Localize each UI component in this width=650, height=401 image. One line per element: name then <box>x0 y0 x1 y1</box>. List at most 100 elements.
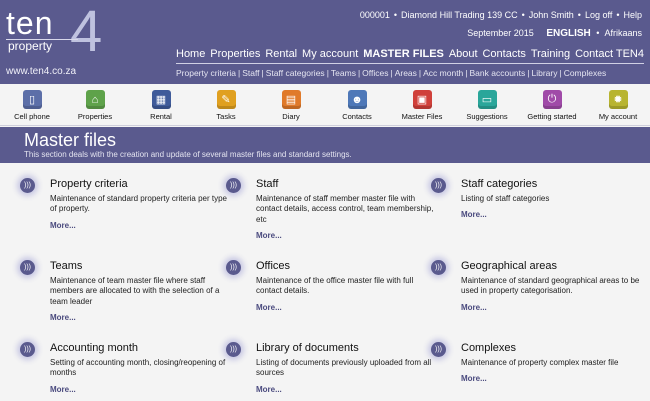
logoff-link[interactable]: Log off <box>585 10 612 20</box>
toolbar-rental[interactable]: ▦ Rental <box>131 90 191 121</box>
item-description: Maintenance of standard property criteri… <box>50 194 227 214</box>
nav-contacts[interactable]: Contacts <box>482 48 525 60</box>
person-icon: ☻ <box>347 90 367 109</box>
item-staff: ))) Staff Maintenance of staff member ma… <box>226 178 436 240</box>
rss-icon: ))) <box>226 260 241 275</box>
logo-digit: 4 <box>70 0 103 64</box>
toolbar-contacts[interactable]: ☻ Contacts <box>327 90 387 121</box>
item-description: Listing of documents previously uploaded… <box>256 358 432 378</box>
more-link[interactable]: More... <box>50 313 230 322</box>
subnav-areas[interactable]: Areas <box>395 68 417 78</box>
calendar-icon: ▤ <box>281 90 301 109</box>
nav-master-files[interactable]: MASTER FILES <box>363 48 444 60</box>
separator: | <box>261 68 264 78</box>
item-title[interactable]: Property criteria <box>50 178 230 190</box>
more-link[interactable]: More... <box>256 231 436 240</box>
separator: • <box>577 10 581 20</box>
language-english[interactable]: ENGLISH <box>546 28 590 39</box>
nav-contact-ten4[interactable]: Contact TEN4 <box>575 48 644 60</box>
nav-home[interactable]: Home <box>176 48 205 60</box>
toolbar-cell-phone[interactable]: ▯ Cell phone <box>2 90 62 121</box>
gear-icon: ✹ <box>608 90 628 109</box>
toolbar-getting-started[interactable]: ⏻ Getting started <box>522 90 582 121</box>
master-files-grid: ))) Property criteria Maintenance of sta… <box>0 163 650 401</box>
user-name[interactable]: John Smith <box>529 10 574 20</box>
item-complexes: ))) Complexes Maintenance of property co… <box>431 342 641 383</box>
subnav-staff-categories[interactable]: Staff categories <box>266 68 325 78</box>
toolbar-tasks[interactable]: ✎ Tasks <box>196 90 256 121</box>
subnav-complexes[interactable]: Complexes <box>564 68 607 78</box>
item-description: Maintenance of staff member master file … <box>256 194 434 224</box>
item-title[interactable]: Staff categories <box>461 178 641 190</box>
subnav-bank-accounts[interactable]: Bank accounts <box>470 68 526 78</box>
item-title[interactable]: Teams <box>50 260 230 272</box>
subnav-property-criteria[interactable]: Property criteria <box>176 68 236 78</box>
more-link[interactable]: More... <box>461 303 641 312</box>
toolbar-label: Cell phone <box>14 112 50 121</box>
rss-icon: ))) <box>20 178 35 193</box>
nav-training[interactable]: Training <box>531 48 570 60</box>
toolbar-my-account[interactable]: ✹ My account <box>588 90 648 121</box>
item-title[interactable]: Accounting month <box>50 342 230 354</box>
separator: • <box>616 10 620 20</box>
more-link[interactable]: More... <box>461 210 641 219</box>
speech-icon: ▭ <box>477 90 497 109</box>
toolbar-diary[interactable]: ▤ Diary <box>261 90 321 121</box>
separator: | <box>357 68 361 78</box>
main-nav: Home Properties Rental My account MASTER… <box>176 48 644 64</box>
subnav-library[interactable]: Library <box>531 68 557 78</box>
separator: • <box>393 10 398 20</box>
more-link[interactable]: More... <box>256 385 436 394</box>
item-title[interactable]: Library of documents <box>256 342 436 354</box>
separator: | <box>390 68 393 78</box>
logo-subtext: property <box>8 39 53 53</box>
item-description: Listing of staff categories <box>461 194 550 203</box>
item-title[interactable]: Geographical areas <box>461 260 641 272</box>
rss-icon: ))) <box>431 342 446 357</box>
nav-my-account[interactable]: My account <box>302 48 358 60</box>
toolbar-master-files[interactable]: ▣ Master Files <box>392 90 452 121</box>
user-bar: 000001 • Diamond Hill Trading 139 CC • J… <box>360 10 642 20</box>
toolbar-label: Rental <box>150 112 172 121</box>
rss-icon: ))) <box>431 260 446 275</box>
toolbar-label: Master Files <box>401 112 443 121</box>
quick-toolbar: ▯ Cell phone ⌂ Properties ▦ Rental ✎ Tas… <box>0 84 650 126</box>
more-link[interactable]: More... <box>50 385 230 394</box>
separator: | <box>238 68 241 78</box>
separator: | <box>418 68 422 78</box>
nav-properties[interactable]: Properties <box>210 48 260 60</box>
more-link[interactable]: More... <box>50 221 230 230</box>
subnav-teams[interactable]: Teams <box>331 68 356 78</box>
subnav-acc-month[interactable]: Acc month <box>423 68 463 78</box>
item-accounting-month: ))) Accounting month Setting of accounti… <box>20 342 230 394</box>
more-link[interactable]: More... <box>256 303 436 312</box>
rss-icon: ))) <box>226 342 241 357</box>
more-link[interactable]: More... <box>461 374 641 383</box>
subnav-staff[interactable]: Staff <box>242 68 259 78</box>
item-staff-categories: ))) Staff categories Listing of staff ca… <box>431 178 641 219</box>
toolbar-label: Properties <box>77 112 113 121</box>
toolbar-label: Tasks <box>216 112 236 121</box>
ten4-logo[interactable]: ten 4 property <box>6 3 106 61</box>
page-title: Master files <box>24 130 117 150</box>
toolbar-suggestions[interactable]: ▭ Suggestions <box>457 90 517 121</box>
client-code: 000001 <box>359 10 390 20</box>
nav-about[interactable]: About <box>449 48 478 60</box>
page-subtitle: This section deals with the creation and… <box>24 150 352 159</box>
item-title[interactable]: Offices <box>256 260 436 272</box>
subnav-offices[interactable]: Offices <box>362 68 388 78</box>
rss-icon: ))) <box>20 260 35 275</box>
nav-rental[interactable]: Rental <box>265 48 297 60</box>
help-link[interactable]: Help <box>623 10 642 20</box>
toolbar-properties[interactable]: ⌂ Properties <box>65 90 125 121</box>
toolbar-label: My account <box>598 112 638 121</box>
house-icon: ⌂ <box>85 90 105 109</box>
item-title[interactable]: Staff <box>256 178 436 190</box>
item-description: Maintenance of team master file where st… <box>50 276 220 306</box>
folder-icon: ▣ <box>412 90 432 109</box>
item-title[interactable]: Complexes <box>461 342 641 354</box>
language-afrikaans[interactable]: Afrikaans <box>604 28 642 38</box>
item-offices: ))) Offices Maintenance of the office ma… <box>226 260 436 312</box>
separator: | <box>559 68 562 78</box>
power-icon: ⏻ <box>542 90 562 109</box>
